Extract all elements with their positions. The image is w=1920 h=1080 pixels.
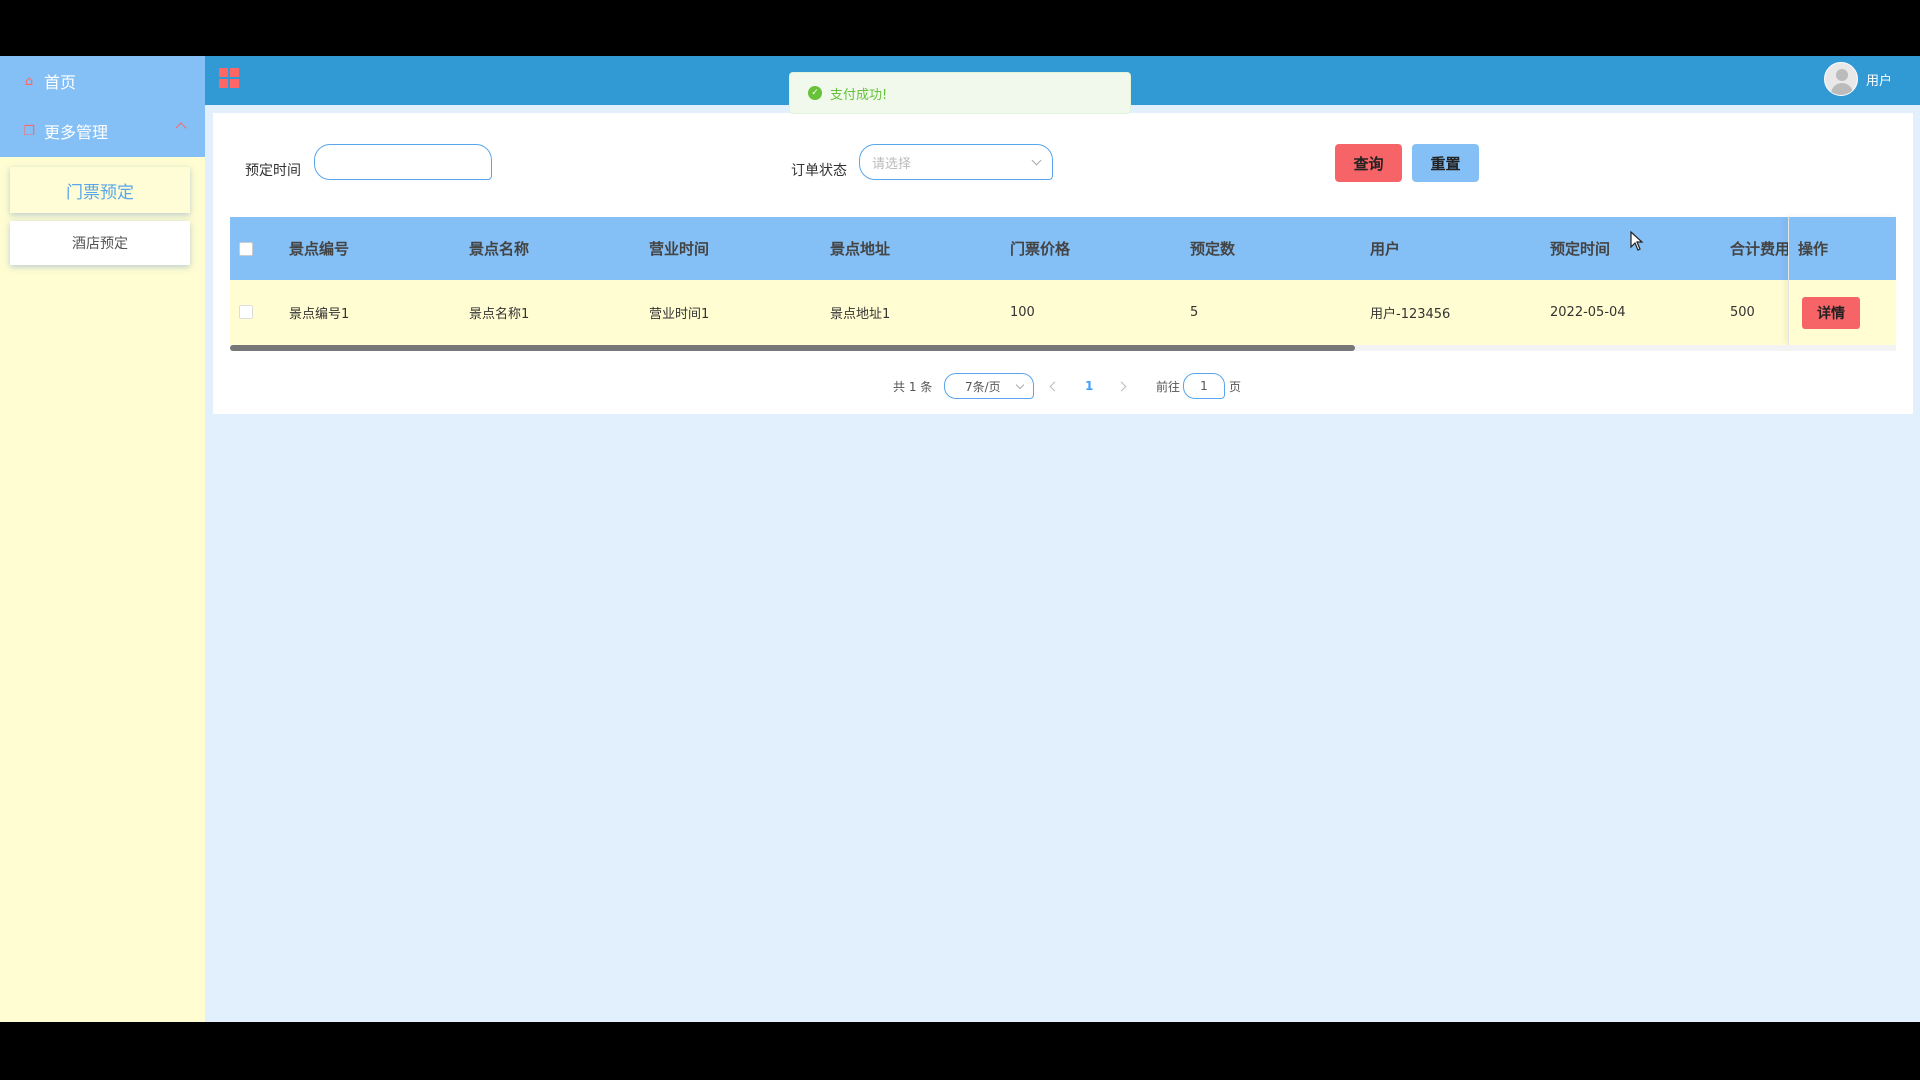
search-button[interactable]: 查询 <box>1335 144 1402 182</box>
column-header: 合计费用 <box>1730 240 1791 258</box>
home-icon: ⌂ <box>24 73 34 89</box>
sidebar-item-more-label: 更多管理 <box>44 123 109 142</box>
check-circle-icon: ✓ <box>808 86 822 100</box>
next-page-icon[interactable] <box>1116 381 1127 392</box>
column-header: 预定数 <box>1190 240 1236 258</box>
column-header: 操作 <box>1789 217 1896 280</box>
cell-user: 用户-123456 <box>1370 307 1451 322</box>
sidebar-item-home-label: 首页 <box>44 73 77 92</box>
status-select-placeholder: 请选择 <box>872 156 912 172</box>
reset-button[interactable]: 重置 <box>1412 144 1479 182</box>
row-checkbox[interactable] <box>239 305 253 319</box>
cell-total: 500 <box>1730 305 1755 320</box>
detail-button[interactable]: 详情 <box>1802 296 1860 329</box>
date-filter-label: 预定时间 <box>245 163 301 179</box>
sidebar-item-ticket-label: 门票预定 <box>66 182 134 203</box>
scrollbar-thumb[interactable] <box>230 345 1355 351</box>
pagination: 共 1 条 7条/页 1 前往 1 页 <box>213 372 1913 400</box>
sidebar-menu: ⌂ 首页 ❐ 更多管理 <box>0 56 205 157</box>
prev-page-icon[interactable] <box>1049 381 1060 392</box>
column-header: 预定时间 <box>1550 240 1611 258</box>
column-header: 门票价格 <box>1010 240 1071 258</box>
status-filter-label: 订单状态 <box>791 163 847 179</box>
sidebar-item-home[interactable]: ⌂ 首页 <box>0 56 205 106</box>
copy-icon: ❐ <box>23 123 35 139</box>
toast-message: 支付成功! <box>830 87 888 103</box>
chevron-up-icon <box>175 122 187 134</box>
table-row: 景点编号1 景点名称1 营业时间1 景点地址1 100 5 用户-123456 … <box>230 280 1896 345</box>
column-header: 景点名称 <box>469 240 530 258</box>
select-all-checkbox[interactable] <box>239 242 253 256</box>
sidebar-item-more[interactable]: ❐ 更多管理 <box>0 106 205 156</box>
sidebar-item-hotel[interactable]: 酒店预定 <box>10 221 190 265</box>
date-filter-input[interactable] <box>314 144 492 180</box>
column-header: 景点地址 <box>830 240 891 258</box>
success-toast: ✓ 支付成功! <box>789 72 1131 114</box>
column-header: 营业时间 <box>649 240 710 258</box>
chevron-down-icon <box>1031 155 1042 166</box>
user-name: 用户 <box>1865 73 1892 89</box>
status-select[interactable]: 请选择 <box>859 144 1053 180</box>
goto-page-input[interactable]: 1 <box>1183 373 1225 399</box>
column-header: 用户 <box>1370 240 1401 258</box>
cell-price: 100 <box>1010 305 1035 320</box>
grid-icon[interactable] <box>219 68 239 88</box>
page-number[interactable]: 1 <box>1085 372 1093 400</box>
cell-hours: 营业时间1 <box>649 307 710 322</box>
cell-spot-id: 景点编号1 <box>289 307 350 322</box>
page-suffix: 页 <box>1229 379 1242 394</box>
user-menu[interactable]: 用户 <box>1823 62 1892 96</box>
table-header: 景点编号 景点名称 营业时间 景点地址 门票价格 预定数 用户 预定时间 合计费… <box>230 217 1896 280</box>
cell-count: 5 <box>1190 305 1199 320</box>
cell-address: 景点地址1 <box>830 307 891 322</box>
avatar[interactable] <box>1823 62 1858 96</box>
page-size-select[interactable]: 7条/页 <box>944 373 1034 399</box>
chevron-down-icon <box>1015 380 1025 390</box>
sidebar: ⌂ 首页 ❐ 更多管理 门票预定 酒店预定 <box>0 56 205 1022</box>
operation-column: 操作 详情 <box>1788 217 1896 345</box>
content-panel: 预定时间 订单状态 请选择 查询 重置 景点编号 景点名称 营业时间 景点地址 … <box>213 113 1913 414</box>
main-content: 预定时间 订单状态 请选择 查询 重置 景点编号 景点名称 营业时间 景点地址 … <box>205 105 1920 1022</box>
operation-cell: 详情 <box>1789 280 1896 345</box>
sidebar-item-ticket[interactable]: 门票预定 <box>10 167 190 213</box>
horizontal-scrollbar[interactable] <box>230 345 1896 351</box>
cell-spot-name: 景点名称1 <box>469 307 530 322</box>
pagination-total: 共 1 条 <box>893 379 933 394</box>
page-size-value: 7条/页 <box>965 379 1001 394</box>
letterbox-top <box>0 0 1920 56</box>
orders-table: 景点编号 景点名称 营业时间 景点地址 门票价格 预定数 用户 预定时间 合计费… <box>230 217 1896 351</box>
letterbox-bottom <box>0 1022 1920 1080</box>
sidebar-item-hotel-label: 酒店预定 <box>72 236 128 252</box>
cell-date: 2022-05-04 <box>1550 305 1626 320</box>
column-header: 景点编号 <box>289 240 350 258</box>
goto-label: 前往 <box>1156 379 1181 394</box>
